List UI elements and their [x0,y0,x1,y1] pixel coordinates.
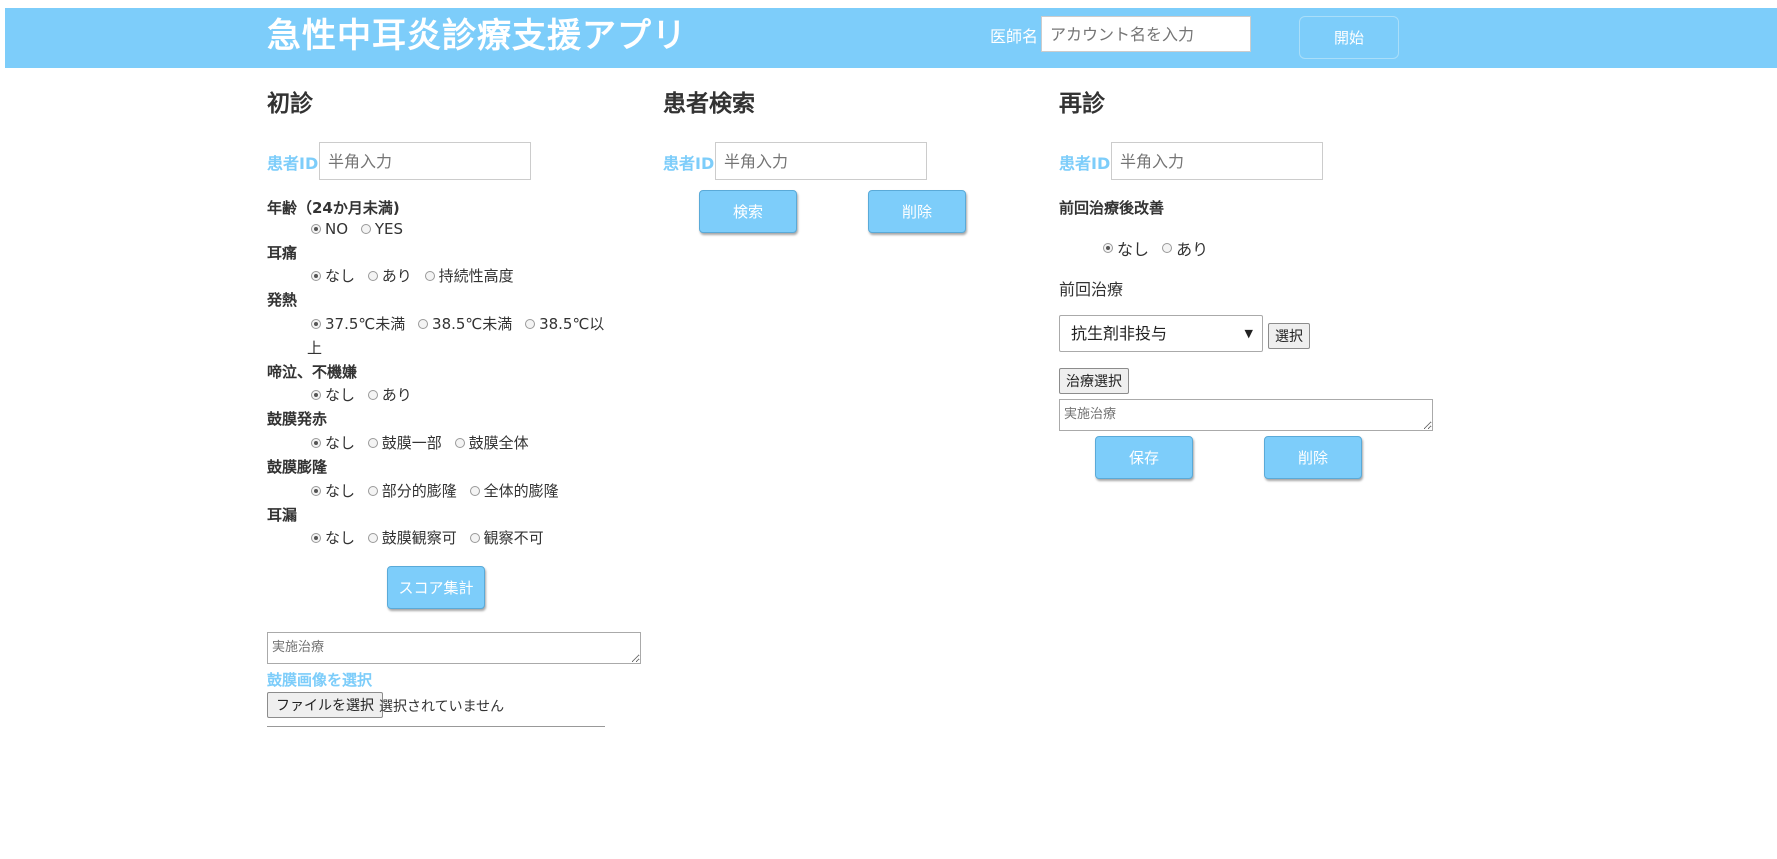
file-select-button[interactable]: ファイルを選択 [267,692,383,718]
first-visit-title: 初診 [267,91,313,117]
ear-pain-option-yes[interactable]: あり [367,265,412,286]
revisit-section: 再診 患者ID 前回治療後改善 なし あり 前回治療 抗生剤非投与 ▼ 選択 治… [1059,86,1459,486]
prev-treatment-select[interactable]: 抗生剤非投与 ▼ [1059,315,1263,352]
age-option-no[interactable]: NO [311,220,348,238]
otorrhea-option-observable[interactable]: 鼓膜観察可 [367,527,457,548]
radio-icon[interactable] [454,437,465,448]
question-label-fever: 発熱 [267,291,298,309]
radio-icon[interactable] [1162,243,1173,253]
tm-bulging-options: なし 部分的膨隆 全体的膨隆 [311,480,567,501]
radio-icon[interactable] [367,532,378,543]
patient-id-label: 患者ID [1059,154,1111,173]
divider [267,726,605,727]
search-patient-id-input[interactable] [715,142,927,180]
tm-bulging-option-full[interactable]: 全体的膨隆 [469,480,559,501]
question-label-tm-redness: 鼓膜発赤 [267,410,328,428]
radio-icon[interactable] [360,224,371,234]
radio-checked-icon[interactable] [311,532,321,543]
first-visit-treatment-textarea[interactable] [267,632,641,664]
question-label-age: 年齢（24か月未満) [267,199,400,217]
radio-icon[interactable] [367,437,378,448]
patient-search-title: 患者検索 [663,91,755,117]
radio-icon[interactable] [367,485,378,496]
tm-redness-options: なし 鼓膜一部 鼓膜全体 [311,432,537,453]
file-status-text: 選択されていません [379,699,505,715]
app-header: 急性中耳炎診療支援アプリ 医師名 開始 [5,8,1777,68]
start-button[interactable]: 開始 [1299,16,1399,59]
improvement-option-yes[interactable]: あり [1162,236,1208,260]
search-delete-button[interactable]: 削除 [868,190,966,233]
fever-option-below-38-5[interactable]: 38.5℃未満 [418,313,512,334]
tm-redness-option-full[interactable]: 鼓膜全体 [454,432,529,453]
improvement-options: なし あり [1103,236,1216,260]
crying-options: なし あり [311,384,420,405]
ear-pain-options: なし あり 持続性高度 [311,265,522,286]
tm-bulging-option-partial[interactable]: 部分的膨隆 [367,480,457,501]
radio-icon[interactable] [424,270,435,281]
radio-checked-icon[interactable] [1103,243,1113,253]
first-visit-section: 初診 患者ID 年齢（24か月未満) NO YES 耳痛 なし あり 持続性高度… [267,86,647,746]
revisit-patient-id-input[interactable] [1111,142,1323,180]
select-button[interactable]: 選択 [1268,323,1310,349]
revisit-title: 再診 [1059,91,1105,117]
patient-id-label: 患者ID [267,154,319,173]
radio-checked-icon[interactable] [311,270,321,281]
radio-icon[interactable] [469,532,480,543]
radio-checked-icon[interactable] [311,437,321,448]
radio-icon[interactable] [418,318,429,329]
improvement-label: 前回治療後改善 [1059,199,1165,217]
doctor-name-label: 医師名 [990,27,1039,46]
fever-option-below-37-5[interactable]: 37.5℃未満 [311,313,405,334]
patient-search-section: 患者検索 患者ID 検索 削除 [663,86,1043,246]
fever-option-wrap-text: 上 [307,339,323,357]
crying-option-yes[interactable]: あり [367,384,412,405]
tm-bulging-option-none[interactable]: なし [311,480,355,501]
ear-pain-option-severe[interactable]: 持続性高度 [424,265,514,286]
tm-redness-option-partial[interactable]: 鼓膜一部 [367,432,442,453]
app-title: 急性中耳炎診療支援アプリ [267,16,687,56]
revisit-treatment-textarea[interactable] [1059,399,1433,431]
ear-pain-option-none[interactable]: なし [311,265,355,286]
treatment-select-button[interactable]: 治療選択 [1059,368,1129,394]
otorrhea-option-none[interactable]: なし [311,527,355,548]
radio-checked-icon[interactable] [311,389,321,400]
radio-checked-icon[interactable] [311,224,321,234]
chevron-down-icon: ▼ [1244,327,1253,340]
question-label-crying: 啼泣、不機嫌 [267,363,358,381]
otorrhea-options: なし 鼓膜観察可 観察不可 [311,527,552,548]
question-label-ear-pain: 耳痛 [267,244,298,262]
fever-option-above-38-5[interactable]: 38.5℃以 [525,313,604,334]
age-option-yes[interactable]: YES [360,220,403,238]
age-options: NO YES [311,220,411,238]
radio-checked-icon[interactable] [311,318,321,329]
first-visit-patient-id-input[interactable] [319,142,531,180]
tm-redness-option-none[interactable]: なし [311,432,355,453]
fever-options: 37.5℃未満 38.5℃未満 38.5℃以 [311,313,612,334]
radio-icon[interactable] [367,389,378,400]
prev-treatment-label: 前回治療 [1059,280,1124,299]
radio-checked-icon[interactable] [311,485,321,496]
save-button[interactable]: 保存 [1095,436,1193,479]
crying-option-none[interactable]: なし [311,384,355,405]
improvement-option-none[interactable]: なし [1103,236,1149,260]
tm-image-label: 鼓膜画像を選択 [267,671,373,689]
otorrhea-option-not-observable[interactable]: 観察不可 [469,527,544,548]
question-label-otorrhea: 耳漏 [267,506,298,524]
account-name-input[interactable] [1041,16,1251,52]
question-label-tm-bulging: 鼓膜膨隆 [267,458,328,476]
score-calc-button[interactable]: スコア集計 [387,566,485,609]
radio-icon[interactable] [367,270,378,281]
revisit-delete-button[interactable]: 削除 [1264,436,1362,479]
radio-icon[interactable] [525,318,536,329]
radio-icon[interactable] [469,485,480,496]
patient-id-label: 患者ID [663,154,715,173]
prev-treatment-value: 抗生剤非投与 [1071,324,1168,343]
search-button[interactable]: 検索 [699,190,797,233]
